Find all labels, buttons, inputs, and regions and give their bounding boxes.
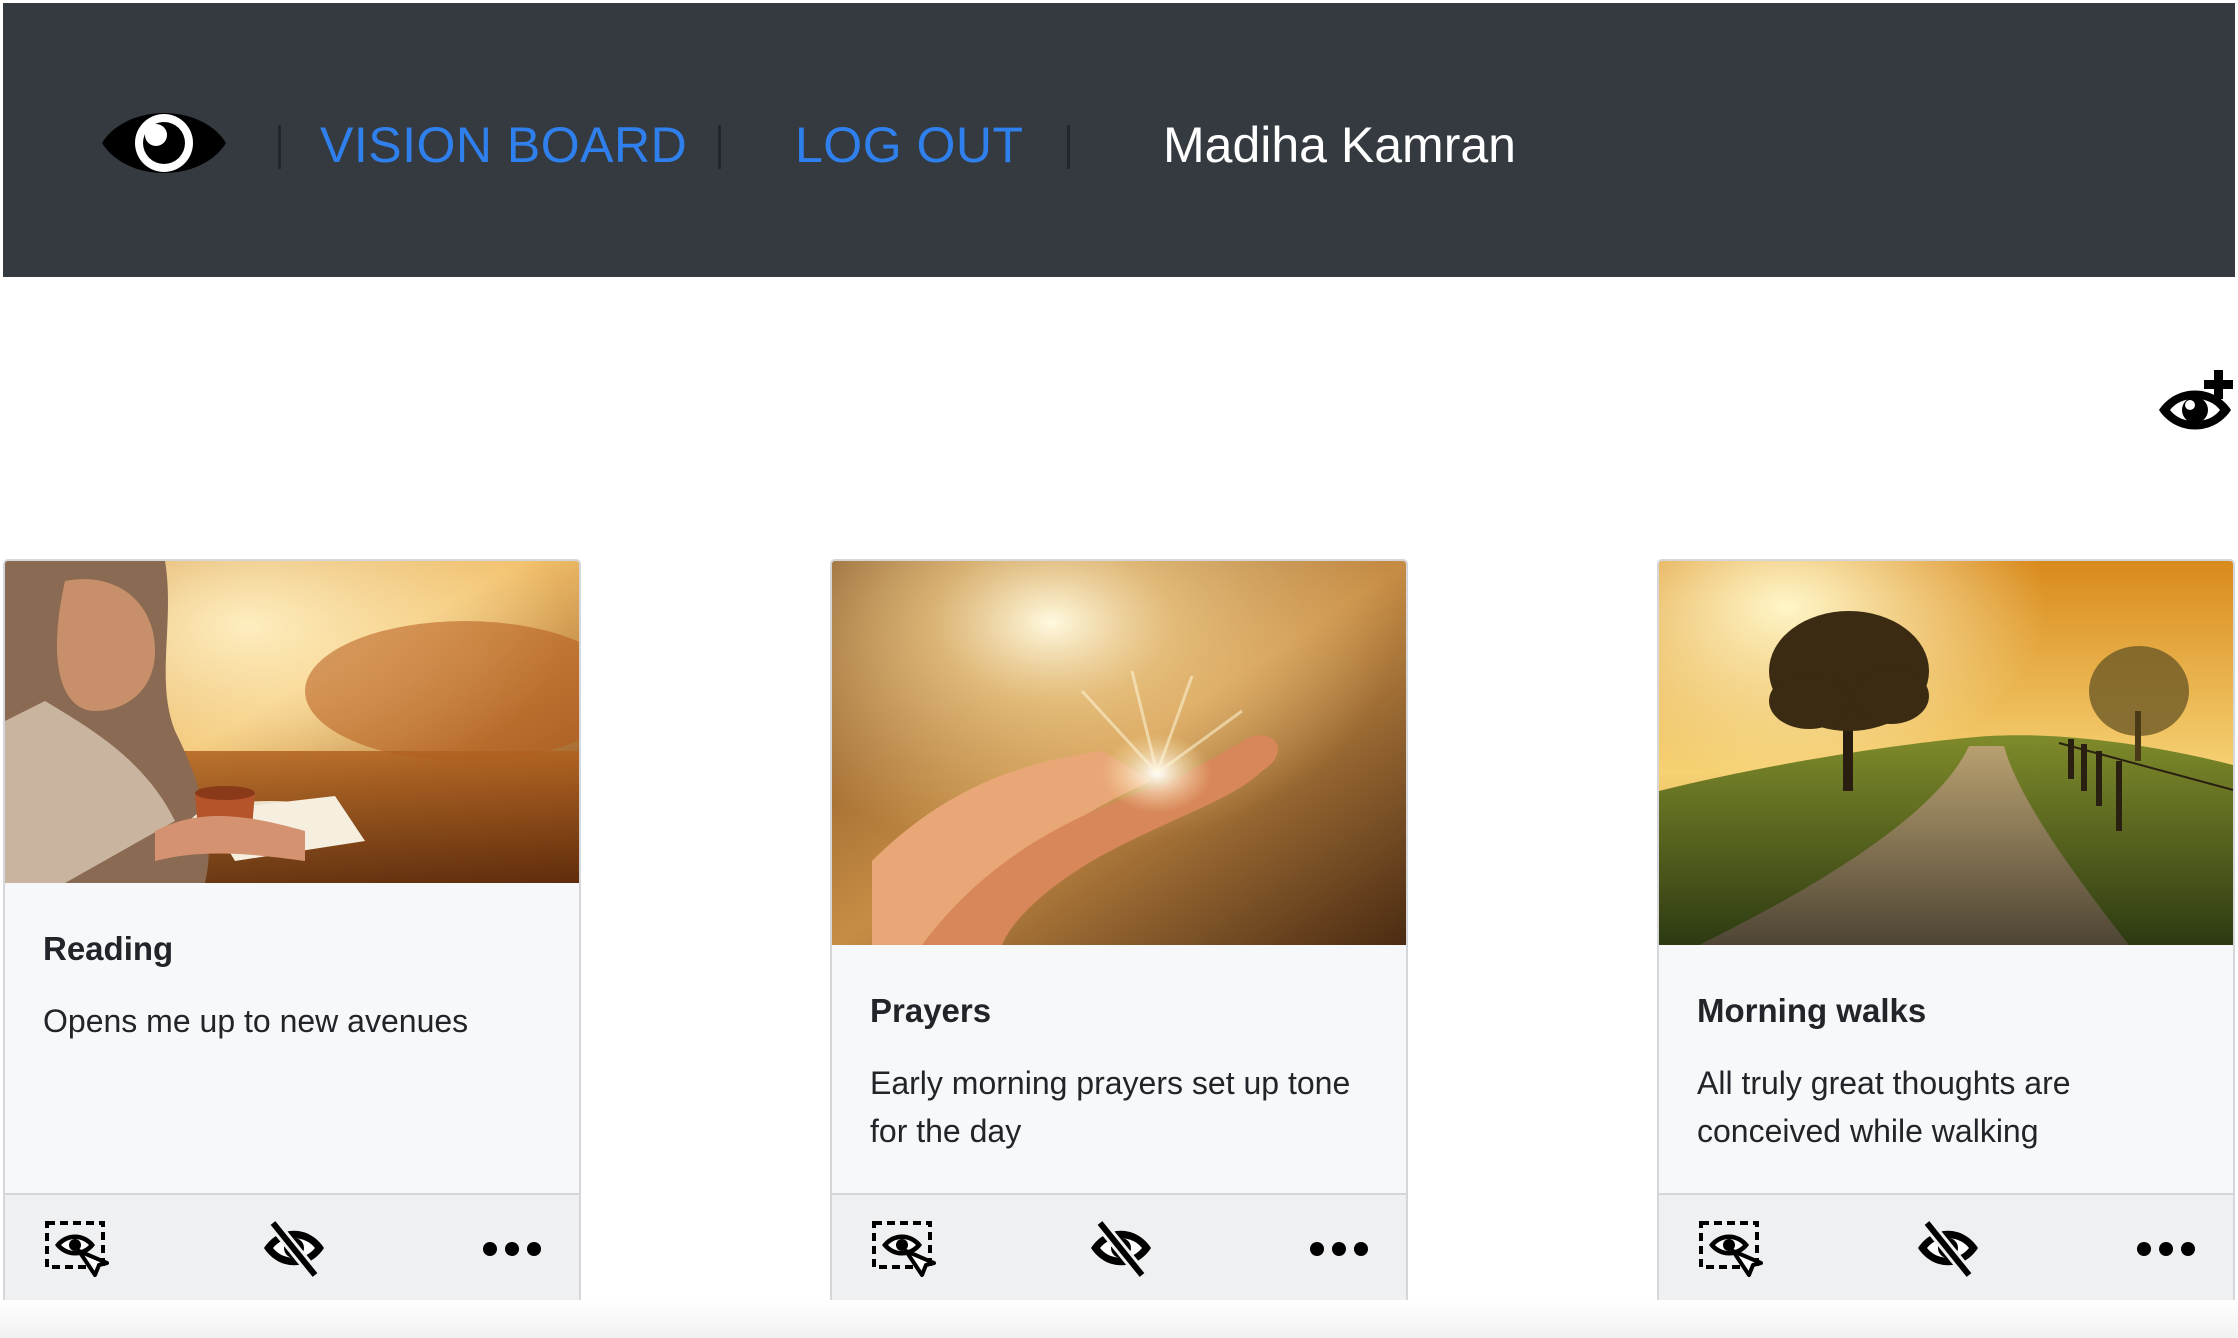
nav-separator <box>1067 125 1070 169</box>
card-footer <box>5 1193 579 1303</box>
select-area-eye-icon[interactable] <box>870 1217 936 1279</box>
select-area-eye-icon[interactable] <box>43 1217 109 1279</box>
user-name: Madiha Kamran <box>1163 117 1516 173</box>
ellipsis-icon[interactable] <box>2133 1217 2199 1279</box>
card-footer <box>1659 1193 2233 1303</box>
logout-link[interactable]: LOG OUT <box>795 111 1024 179</box>
vision-card-reading: Reading Opens me up to new avenues <box>3 559 581 1305</box>
card-image <box>5 561 579 883</box>
card-text: Early morning prayers set up tone for th… <box>870 1065 1351 1149</box>
card-title: Prayers <box>870 992 992 1029</box>
nav-separator <box>718 125 721 169</box>
eye-slash-icon[interactable] <box>261 1217 327 1279</box>
card-footer <box>832 1193 1406 1303</box>
card-text: Opens me up to new avenues <box>43 1003 469 1039</box>
select-area-eye-icon[interactable] <box>1697 1217 1763 1279</box>
eye-plus-icon <box>2159 370 2233 430</box>
card-image <box>832 561 1406 945</box>
nav-separator <box>278 125 281 169</box>
card-image <box>1659 561 2233 945</box>
eye-slash-icon[interactable] <box>1915 1217 1981 1279</box>
vision-card-prayers: Prayers Early morning prayers set up ton… <box>830 559 1408 1305</box>
eye-icon[interactable] <box>99 99 229 187</box>
vision-board-link[interactable]: VISION BOARD <box>320 111 687 179</box>
page-bottom-fade <box>0 1300 2238 1338</box>
ellipsis-icon[interactable] <box>479 1217 545 1279</box>
card-text: All truly great thoughts are conceived w… <box>1697 1065 2071 1149</box>
ellipsis-icon[interactable] <box>1306 1217 1372 1279</box>
add-vision-button[interactable] <box>2156 370 2236 438</box>
card-title: Morning walks <box>1697 992 1927 1029</box>
navbar: VISION BOARD LOG OUT Madiha Kamran <box>3 3 2235 277</box>
eye-slash-icon[interactable] <box>1088 1217 1154 1279</box>
card-title: Reading <box>43 930 174 967</box>
vision-card-morning-walks: Morning walks All truly great thoughts a… <box>1657 559 2235 1305</box>
